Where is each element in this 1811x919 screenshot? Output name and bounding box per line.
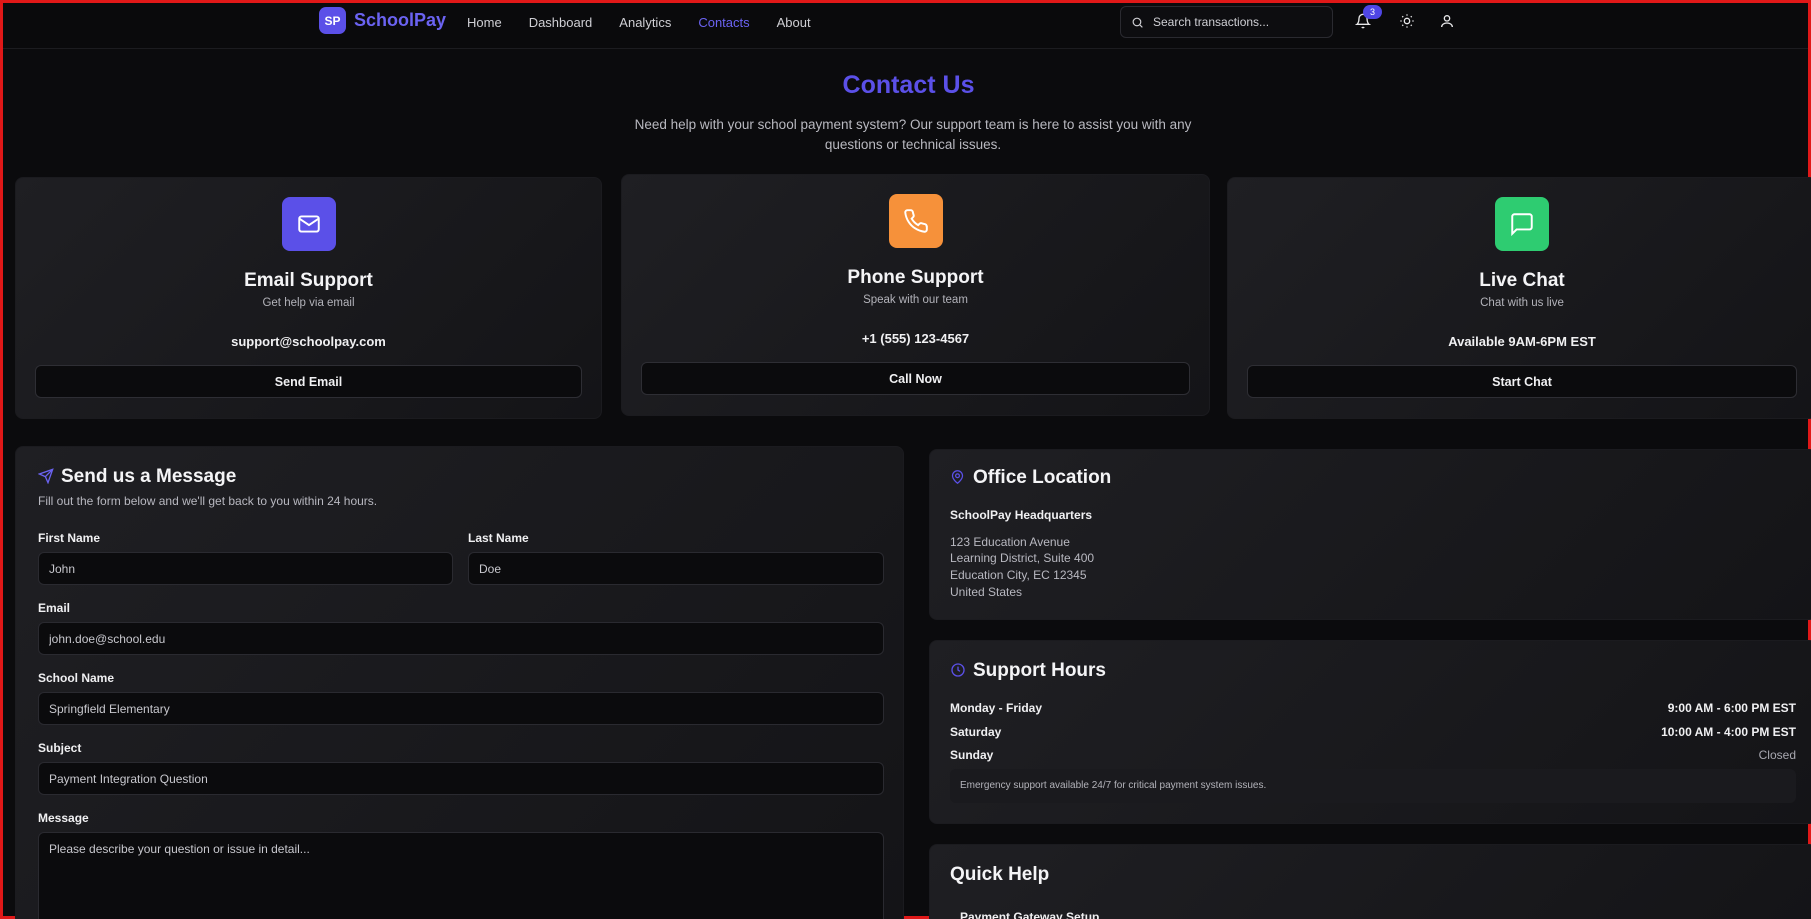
email-label: Email xyxy=(38,601,71,615)
hours-time: 9:00 AM - 6:00 PM EST xyxy=(1667,701,1796,715)
nav-about[interactable]: About xyxy=(777,15,811,30)
message-label: Message xyxy=(38,811,89,825)
card-title: Phone Support xyxy=(847,267,984,288)
first-name-input[interactable] xyxy=(38,552,453,585)
quick-help-card xyxy=(929,844,1811,919)
address-line: 123 Education Avenue xyxy=(950,535,1070,549)
support-phone: +1 (555) 123-4567 xyxy=(861,331,970,346)
form-subtitle: Fill out the form below and we'll get ba… xyxy=(38,494,378,508)
card-subtitle: Chat with us live xyxy=(1480,297,1564,309)
top-navbar: SP SchoolPay Home Dashboard Analytics Co… xyxy=(3,3,1808,49)
nav-dashboard[interactable]: Dashboard xyxy=(529,15,593,30)
nav-home[interactable]: Home xyxy=(467,15,502,30)
card-title: Live Chat xyxy=(1479,270,1565,291)
brand-logo[interactable]: SP xyxy=(319,7,346,34)
card-subtitle: Speak with our team xyxy=(863,294,968,306)
quick-help-item[interactable]: Payment Gateway Setup xyxy=(960,910,1099,919)
email-input[interactable] xyxy=(38,622,884,655)
quick-help-title: Quick Help xyxy=(950,864,1050,885)
search-box[interactable] xyxy=(1120,6,1333,38)
school-name-input[interactable] xyxy=(38,692,884,725)
subject-input[interactable] xyxy=(38,762,884,795)
notification-badge: 3 xyxy=(1363,5,1382,19)
card-subtitle: Get help via email xyxy=(262,297,355,309)
search-input[interactable] xyxy=(1153,15,1323,29)
brand[interactable]: SP SchoolPay xyxy=(319,7,446,34)
nav-analytics[interactable]: Analytics xyxy=(619,15,671,30)
hours-row: Monday - Friday 9:00 AM - 6:00 PM EST xyxy=(950,701,1796,715)
hours-day: Monday - Friday xyxy=(950,701,1043,715)
user-icon[interactable] xyxy=(1439,13,1455,29)
chat-icon xyxy=(1495,197,1549,251)
page-title: Contact Us xyxy=(842,71,975,99)
search-icon xyxy=(1132,17,1143,28)
phone-icon xyxy=(888,194,943,248)
hours-title: Support Hours xyxy=(973,660,1106,681)
brand-name[interactable]: SchoolPay xyxy=(354,10,446,31)
chat-availability: Available 9AM-6PM EST xyxy=(1448,334,1596,349)
message-textarea[interactable] xyxy=(38,832,884,919)
start-chat-button[interactable]: Start Chat xyxy=(1247,365,1797,398)
hours-time: Closed xyxy=(1758,748,1796,762)
last-name-label: Last Name xyxy=(468,531,529,545)
office-title: Office Location xyxy=(973,467,1112,488)
card-title: Email Support xyxy=(244,270,373,291)
support-email: support@schoolpay.com xyxy=(231,334,386,349)
sun-icon[interactable] xyxy=(1399,13,1415,29)
hours-day: Sunday xyxy=(950,748,994,762)
address-line: United States xyxy=(950,585,1023,599)
live-chat-card: Live Chat Chat with us live Available 9A… xyxy=(1227,177,1811,419)
school-name-label: School Name xyxy=(38,671,115,685)
last-name-input[interactable] xyxy=(468,552,884,585)
send-email-button[interactable]: Send Email xyxy=(35,365,582,398)
hours-day: Saturday xyxy=(950,725,1002,739)
page-subtitle: Need help with your school payment syste… xyxy=(634,117,1192,152)
hours-time: 10:00 AM - 4:00 PM EST xyxy=(1661,725,1796,739)
email-support-card: Email Support Get help via email support… xyxy=(15,177,602,419)
map-pin-icon xyxy=(951,470,964,485)
first-name-label: First Name xyxy=(38,531,101,545)
hours-row: Sunday Closed xyxy=(950,748,1796,762)
address-line: Education City, EC 12345 xyxy=(950,568,1087,582)
form-title: Send us a Message xyxy=(61,466,237,487)
address-line: Learning District, Suite 400 xyxy=(950,551,1095,565)
office-name: SchoolPay Headquarters xyxy=(950,508,1093,522)
subject-label: Subject xyxy=(38,741,82,755)
phone-support-card: Phone Support Speak with our team +1 (55… xyxy=(621,174,1210,416)
hours-row: Saturday 10:00 AM - 4:00 PM EST xyxy=(950,725,1796,739)
mail-icon xyxy=(281,197,336,251)
send-icon xyxy=(38,468,54,484)
main-nav: Home Dashboard Analytics Contacts About xyxy=(467,15,811,30)
emergency-note: Emergency support available 24/7 for cri… xyxy=(950,769,1796,803)
nav-contacts[interactable]: Contacts xyxy=(698,15,749,30)
clock-icon xyxy=(951,663,965,677)
call-now-button[interactable]: Call Now xyxy=(641,362,1190,395)
